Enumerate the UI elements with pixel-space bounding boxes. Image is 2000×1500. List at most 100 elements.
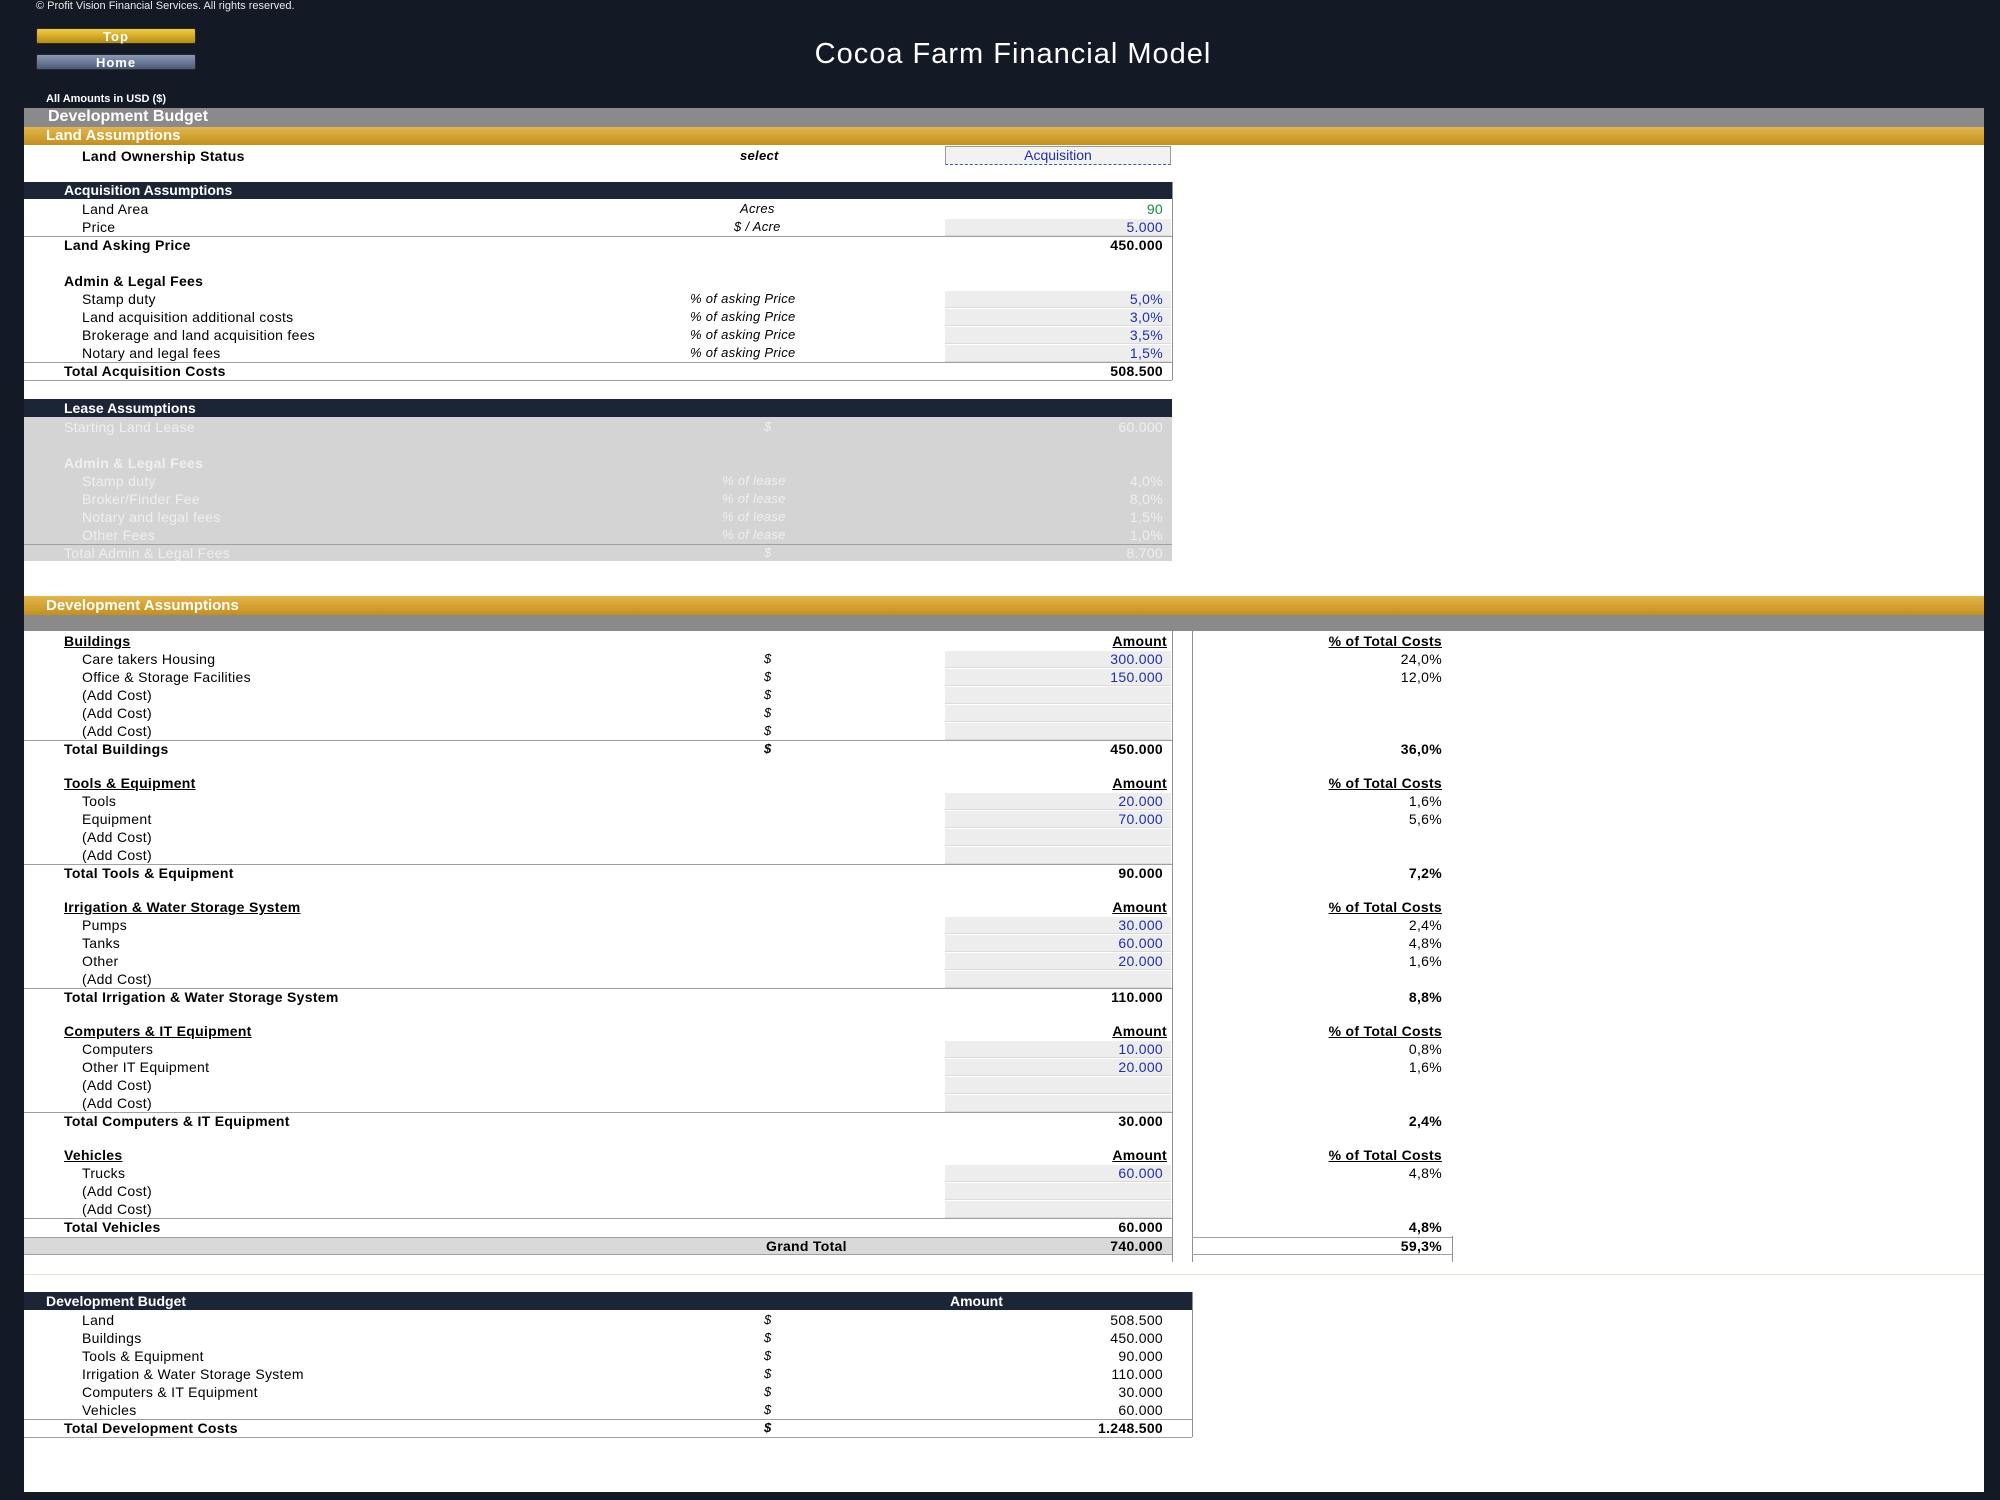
cost-item-value[interactable]: 30.000 xyxy=(945,916,1163,934)
cost-input-cell[interactable] xyxy=(945,1095,1171,1112)
group-total-value: 30.000 xyxy=(1118,1113,1163,1129)
cost-input-cell[interactable] xyxy=(945,705,1171,722)
group-total-pct: 2,4% xyxy=(1408,1113,1442,1129)
fee-label: Notary and legal fees xyxy=(82,345,221,361)
page-title: Cocoa Farm Financial Model xyxy=(814,38,1212,70)
land-band-title: Land Assumptions xyxy=(46,127,181,144)
cost-input-cell[interactable] xyxy=(945,1077,1171,1094)
lease-total-label: Total Admin & Legal Fees xyxy=(64,545,230,561)
fee-value[interactable]: 1,5% xyxy=(945,344,1163,362)
lease-fees-title: Admin & Legal Fees xyxy=(64,455,204,471)
cost-item-label: (Add Cost) xyxy=(82,971,152,987)
lease-fee-value: 1,0% xyxy=(1129,527,1163,543)
cost-input-cell[interactable] xyxy=(945,847,1171,864)
border xyxy=(1192,1292,1193,1437)
summary-row-value: 90.000 xyxy=(1118,1348,1163,1364)
grand-total-pct: 59,3% xyxy=(1400,1238,1442,1254)
cost-item-pct: 12,0% xyxy=(1400,669,1442,685)
lease-fee-unit: % of lease xyxy=(722,473,786,488)
cost-item-label: Other IT Equipment xyxy=(82,1059,210,1075)
lease-header xyxy=(24,399,1172,417)
ownership-label: Land Ownership Status xyxy=(82,148,245,164)
cost-input-cell[interactable] xyxy=(945,971,1171,988)
summary-row-currency: $ xyxy=(764,1312,772,1327)
cost-item-value[interactable]: 20.000 xyxy=(945,1058,1163,1076)
cost-input-cell[interactable] xyxy=(945,1183,1171,1200)
group-title: Tools & Equipment xyxy=(64,775,196,791)
fee-label: Land acquisition additional costs xyxy=(82,309,294,325)
cost-item-label: Tanks xyxy=(82,935,121,951)
dev-gray-band xyxy=(24,615,1984,631)
lease-fee-value: 1,5% xyxy=(1129,509,1163,525)
cost-input-cell[interactable] xyxy=(945,687,1171,704)
lease-start-value: 60.000 xyxy=(1118,419,1163,435)
cost-item-label: Care takers Housing xyxy=(82,651,216,667)
cost-item-value[interactable]: 60.000 xyxy=(945,1164,1163,1182)
lease-total-unit: $ xyxy=(764,545,772,560)
group-total-pct: 8,8% xyxy=(1408,989,1442,1005)
fee-unit: % of asking Price xyxy=(690,327,796,342)
cost-item-label: Tools xyxy=(82,793,117,809)
ownership-dropdown[interactable]: Acquisition xyxy=(945,146,1171,165)
fee-value[interactable]: 3,0% xyxy=(945,308,1163,326)
summary-row-label: Land xyxy=(82,1312,115,1328)
group-total-label: Total Buildings xyxy=(64,741,169,757)
divider xyxy=(24,1437,1192,1438)
cost-item-pct: 4,8% xyxy=(1408,1165,1442,1181)
lease-start-unit: $ xyxy=(764,419,772,434)
summary-amount-header: Amount xyxy=(950,1293,1003,1309)
lease-fee-label: Notary and legal fees xyxy=(82,509,221,525)
fee-value[interactable]: 5,0% xyxy=(945,290,1163,308)
summary-row-label: Irrigation & Water Storage System xyxy=(82,1366,304,1382)
ownership-hint: select xyxy=(740,148,779,163)
summary-row-value: 110.000 xyxy=(1111,1366,1163,1382)
cost-item-pct: 1,6% xyxy=(1408,793,1442,809)
amount-header: Amount xyxy=(1112,775,1167,791)
lease-fee-unit: % of lease xyxy=(722,509,786,524)
lease-total-value: 8.700 xyxy=(1126,545,1163,561)
lease-fee-label: Broker/Finder Fee xyxy=(82,491,200,507)
land-area-unit: Acres xyxy=(740,201,775,216)
admin-fees-title: Admin & Legal Fees xyxy=(64,273,204,289)
summary-row-value: 450.000 xyxy=(1110,1330,1163,1346)
fee-value[interactable]: 3,5% xyxy=(945,326,1163,344)
cost-input-cell[interactable] xyxy=(945,723,1171,740)
price-value[interactable]: 5.000 xyxy=(945,218,1163,236)
cost-item-currency: $ xyxy=(764,651,772,666)
cost-item-label: (Add Cost) xyxy=(82,829,152,845)
group-total-pct: 7,2% xyxy=(1408,865,1442,881)
worksheet: Development Budget Land Assumptions Land… xyxy=(24,108,1984,1492)
cost-item-pct: 24,0% xyxy=(1400,651,1442,667)
group-total-label: Total Irrigation & Water Storage System xyxy=(64,989,339,1005)
cost-item-label: (Add Cost) xyxy=(82,1077,152,1093)
cost-item-value[interactable]: 70.000 xyxy=(945,810,1163,828)
grand-total-label: Grand Total xyxy=(766,1238,847,1254)
cost-item-label: (Add Cost) xyxy=(82,1201,152,1217)
group-total-value: 90.000 xyxy=(1118,865,1163,881)
cost-item-label: Other xyxy=(82,953,119,969)
cost-input-cell[interactable] xyxy=(945,829,1171,846)
cost-item-value[interactable]: 10.000 xyxy=(945,1040,1163,1058)
divider xyxy=(24,380,1172,381)
group-title: Buildings xyxy=(64,633,131,649)
lease-fee-label: Other Fees xyxy=(82,527,156,543)
group-total-label: Total Vehicles xyxy=(64,1219,161,1235)
cost-item-pct: 0,8% xyxy=(1408,1041,1442,1057)
pct-header: % of Total Costs xyxy=(1328,899,1442,915)
pct-header: % of Total Costs xyxy=(1328,775,1442,791)
fee-unit: % of asking Price xyxy=(690,291,796,306)
amount-header: Amount xyxy=(1112,1023,1167,1039)
cost-input-cell[interactable] xyxy=(945,1201,1171,1218)
cost-item-value[interactable]: 60.000 xyxy=(945,934,1163,952)
land-area-value[interactable]: 90 xyxy=(945,200,1163,218)
cost-item-value[interactable]: 150.000 xyxy=(945,668,1163,686)
summary-row-value: 60.000 xyxy=(1118,1402,1163,1418)
asking-price-label: Land Asking Price xyxy=(64,237,191,253)
group-total-label: Total Tools & Equipment xyxy=(64,865,234,881)
cost-item-value[interactable]: 20.000 xyxy=(945,792,1163,810)
pct-header: % of Total Costs xyxy=(1328,1147,1442,1163)
cost-item-value[interactable]: 300.000 xyxy=(945,650,1163,668)
summary-row-currency: $ xyxy=(764,1366,772,1381)
lease-start-label: Starting Land Lease xyxy=(64,419,196,435)
cost-item-value[interactable]: 20.000 xyxy=(945,952,1163,970)
